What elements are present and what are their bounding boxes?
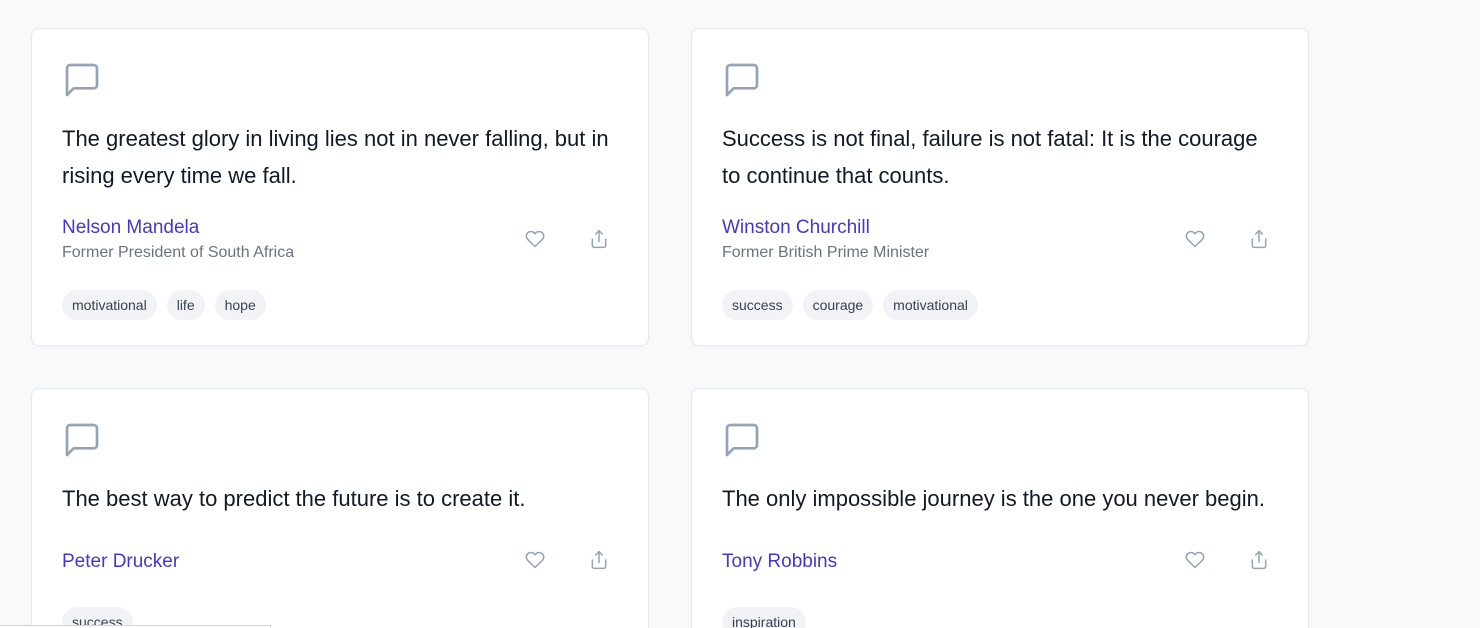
- author-title: Former President of South Africa: [62, 244, 295, 261]
- quote-card: The best way to predict the future is to…: [31, 388, 649, 628]
- tag-chip[interactable]: life: [166, 290, 205, 320]
- tag-list: motivational life hope: [62, 290, 266, 320]
- like-button[interactable]: [1182, 547, 1208, 573]
- author-link[interactable]: Nelson Mandela: [62, 216, 362, 240]
- share-icon: [591, 229, 607, 249]
- author-block: Peter Drucker: [62, 550, 362, 574]
- tag-chip[interactable]: success: [722, 290, 793, 320]
- message-square-icon: [725, 63, 759, 97]
- quotes-grid: The greatest glory in living lies not in…: [0, 0, 1480, 628]
- like-button[interactable]: [1182, 226, 1208, 252]
- quote-text: The greatest glory in living lies not in…: [62, 126, 609, 188]
- author-block: Nelson Mandela Former President of South…: [62, 216, 362, 263]
- share-button[interactable]: [1246, 547, 1272, 573]
- tag-chip[interactable]: inspiration: [722, 607, 806, 628]
- tag-list: inspiration: [722, 607, 806, 628]
- like-button[interactable]: [522, 226, 548, 252]
- share-icon: [1251, 229, 1267, 249]
- quote-text: The best way to predict the future is to…: [62, 486, 526, 511]
- author-link[interactable]: Peter Drucker: [62, 550, 362, 574]
- heart-icon: [525, 551, 545, 569]
- author-title: Former British Prime Minister: [722, 244, 930, 261]
- author-block: Winston Churchill Former British Prime M…: [722, 216, 1022, 263]
- heart-icon: [525, 230, 545, 248]
- share-button[interactable]: [1246, 226, 1272, 252]
- author-link[interactable]: Winston Churchill: [722, 216, 1022, 240]
- message-square-icon: [65, 423, 99, 457]
- card-actions: [522, 548, 612, 572]
- quote-text: Success is not final, failure is not fat…: [722, 126, 1258, 188]
- like-button[interactable]: [522, 547, 548, 573]
- share-icon: [1251, 550, 1267, 570]
- author-block: Tony Robbins: [722, 550, 1022, 574]
- author-link[interactable]: Tony Robbins: [722, 550, 1022, 574]
- heart-icon: [1185, 230, 1205, 248]
- card-actions: [1182, 548, 1272, 572]
- tag-chip[interactable]: motivational: [883, 290, 978, 320]
- heart-icon: [1185, 551, 1205, 569]
- message-square-icon: [65, 63, 99, 97]
- message-square-icon: [725, 423, 759, 457]
- card-actions: [1182, 227, 1272, 251]
- share-button[interactable]: [586, 547, 612, 573]
- quote-card: The only impossible journey is the one y…: [691, 388, 1309, 628]
- tag-chip[interactable]: motivational: [62, 290, 157, 320]
- quote-card: The greatest glory in living lies not in…: [31, 28, 649, 346]
- tag-chip[interactable]: hope: [214, 290, 266, 320]
- share-icon: [591, 550, 607, 570]
- tag-chip[interactable]: courage: [802, 290, 874, 320]
- tag-list: success courage motivational: [722, 290, 978, 320]
- quote-card: Success is not final, failure is not fat…: [691, 28, 1309, 346]
- card-actions: [522, 227, 612, 251]
- quote-text: The only impossible journey is the one y…: [722, 486, 1265, 511]
- share-button[interactable]: [586, 226, 612, 252]
